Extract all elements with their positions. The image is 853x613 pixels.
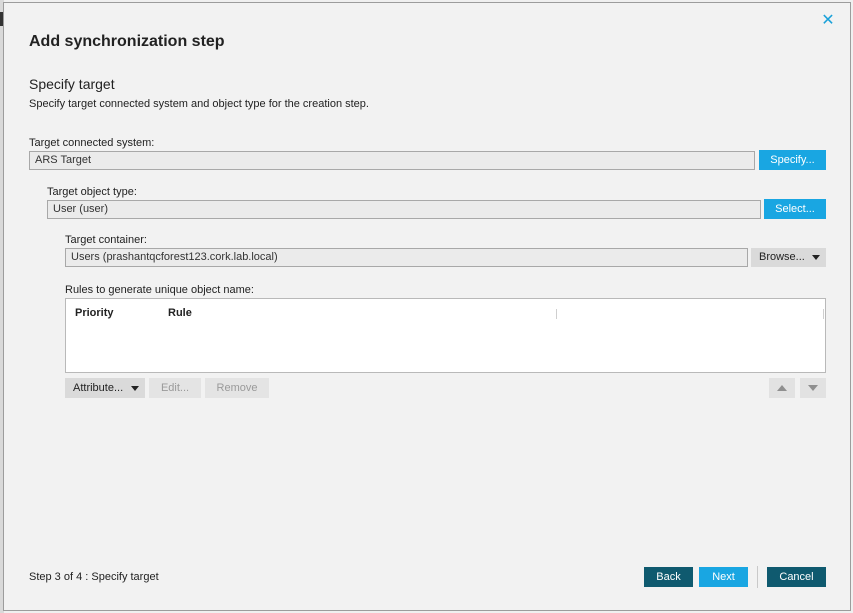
attribute-button-label: Attribute...: [73, 382, 124, 394]
object-type-label: Target object type:: [47, 186, 137, 198]
column-divider[interactable]: [556, 309, 557, 319]
column-header-priority[interactable]: Priority: [75, 307, 114, 319]
container-label: Target container:: [65, 234, 147, 246]
next-button[interactable]: Next: [699, 567, 748, 587]
footer-divider: [757, 566, 758, 588]
move-up-button[interactable]: [769, 378, 795, 398]
container-field[interactable]: Users (prashantqcforest123.cork.lab.loca…: [65, 248, 748, 267]
column-divider[interactable]: [823, 309, 824, 319]
browse-button[interactable]: Browse...: [751, 248, 826, 267]
cancel-button[interactable]: Cancel: [767, 567, 826, 587]
section-description: Specify target connected system and obje…: [29, 98, 369, 110]
close-icon[interactable]: ✕: [820, 13, 836, 29]
object-type-field[interactable]: User (user): [47, 200, 761, 219]
browse-button-label: Browse...: [759, 251, 805, 263]
specify-button[interactable]: Specify...: [759, 150, 826, 170]
chevron-down-icon: [812, 255, 820, 260]
step-indicator: Step 3 of 4 : Specify target: [29, 571, 159, 583]
target-system-label: Target connected system:: [29, 137, 155, 149]
edit-button[interactable]: Edit...: [149, 378, 201, 398]
rules-table[interactable]: Priority Rule: [65, 298, 826, 373]
chevron-down-icon: [131, 386, 139, 391]
target-system-field[interactable]: ARS Target: [29, 151, 755, 170]
select-button[interactable]: Select...: [764, 199, 826, 219]
attribute-button[interactable]: Attribute...: [65, 378, 145, 398]
dialog-title: Add synchronization step: [29, 33, 225, 50]
remove-button[interactable]: Remove: [205, 378, 269, 398]
add-sync-step-dialog: ✕ Add synchronization step Specify targe…: [3, 2, 851, 611]
back-button[interactable]: Back: [644, 567, 693, 587]
rules-label: Rules to generate unique object name:: [65, 284, 254, 296]
section-title: Specify target: [29, 76, 115, 92]
move-down-button[interactable]: [800, 378, 826, 398]
column-header-rule[interactable]: Rule: [168, 307, 192, 319]
arrow-down-icon: [808, 385, 818, 391]
arrow-up-icon: [777, 385, 787, 391]
